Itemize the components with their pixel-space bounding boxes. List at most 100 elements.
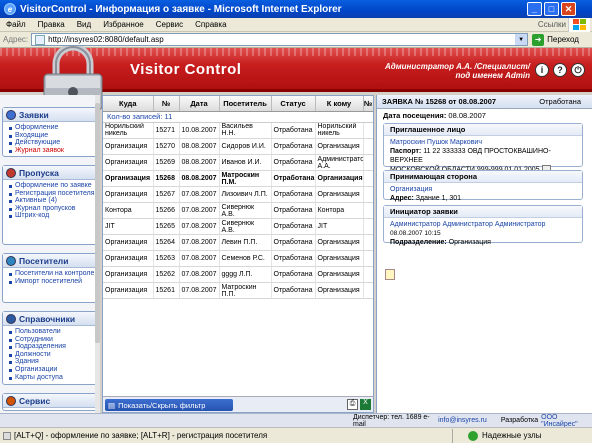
visit-date-label: Дата посещения: (383, 111, 447, 120)
power-icon[interactable]: ⏻ (571, 63, 585, 77)
table-cell: 08.08.2007 (179, 170, 220, 187)
guest-group: Приглашенное лицо Матроскин Пушок Марков… (383, 123, 583, 174)
table-row[interactable]: Организация 15268 08.08.2007 Матроскин П.М.… (103, 170, 373, 187)
section-passes: Пропуска Оформление по заявке Регистраци… (2, 165, 98, 245)
table-cell (363, 170, 373, 187)
links-button[interactable]: Ссылки (538, 20, 566, 29)
address-input[interactable]: http://insyres02:8080/default.asp ▼ (31, 33, 529, 46)
visitors-icon (6, 255, 16, 266)
col-header-host[interactable]: К кому (315, 96, 364, 112)
menu-favorites[interactable]: Избранное (97, 20, 150, 29)
windows-logo-icon (568, 18, 590, 32)
table-cell: 15271 (153, 122, 180, 139)
host-group-title: Принимающая сторона (384, 171, 582, 183)
sidebar-scroll-thumb[interactable] (95, 103, 100, 343)
info-icon[interactable]: i (535, 63, 549, 77)
host-organization[interactable]: Организация (390, 185, 576, 194)
table-row[interactable]: Организация 15270 08.08.2007 Сидоров И.И. От… (103, 138, 373, 155)
table-cell: Семенов Р.С. (219, 250, 272, 267)
table-row[interactable]: Организация 15264 07.08.2007 Левин П.П. Отра… (103, 234, 373, 251)
section-visitors-header[interactable]: Посетители (3, 254, 97, 268)
sidebar-item-request-log[interactable]: Журнал заявок (9, 147, 95, 155)
menu-file[interactable]: Файл (0, 20, 32, 29)
table-cell: Отработана (271, 170, 316, 187)
developer-link[interactable]: ООО "Инсайрес" (541, 414, 592, 428)
table-row[interactable]: Норильский никель 15271 10.08.2007 Васильев… (103, 122, 373, 139)
minimize-button[interactable]: _ (527, 2, 542, 16)
sidebar: Заявки Оформление Входящие Действующие Ж… (0, 95, 100, 413)
developer-label: Разработка (500, 417, 539, 424)
excel-export-icon[interactable]: X (360, 399, 371, 410)
table-cell: Организация (315, 266, 364, 283)
table-cell: Отработана (271, 186, 316, 203)
toggle-filter-button[interactable]: ▤ Показать/Скрыть фильтр (105, 399, 233, 411)
close-button[interactable]: ✕ (561, 2, 576, 16)
document-icon[interactable] (385, 269, 395, 280)
sidebar-item-buildings[interactable]: Здания (9, 358, 95, 366)
address-label: Адрес: (3, 35, 29, 44)
table-cell: Организация (103, 154, 154, 171)
col-header-number[interactable]: № (153, 96, 180, 112)
section-requests-header[interactable]: Заявки (3, 108, 97, 122)
security-zone: Надежные узлы (482, 431, 542, 440)
col-header-date[interactable]: Дата (179, 96, 220, 112)
sidebar-item-visitors-control[interactable]: Посетители на контроле (9, 270, 95, 278)
maximize-button[interactable]: □ (544, 2, 559, 16)
sidebar-item-visitor-registration[interactable]: Регистрация посетителя (9, 190, 95, 198)
help-icon[interactable]: ? (553, 63, 567, 77)
request-detail-panel: ЗАЯВКА № 15268 от 08.08.2007 Отработана … (376, 95, 592, 413)
table-cell: Организация (103, 250, 154, 267)
section-service-header[interactable]: Сервис (3, 394, 97, 408)
print-icon[interactable]: ⎙ (347, 399, 358, 410)
menu-edit[interactable]: Правка (32, 20, 71, 29)
sidebar-item-divisions[interactable]: Подразделения (9, 343, 95, 351)
col-header-number2[interactable]: № (363, 96, 373, 112)
detail-status: Отработана (539, 97, 581, 106)
table-cell: JIT (315, 218, 364, 235)
table-row[interactable]: Организация 15263 07.08.2007 Семенов Р.С. От… (103, 250, 373, 267)
sidebar-item-access-cards[interactable]: Карты доступа (9, 374, 95, 382)
col-header-visitor[interactable]: Посетитель (219, 96, 272, 112)
table-row[interactable]: Организация 15267 07.08.2007 Лизоивич Л.П. О… (103, 186, 373, 203)
sidebar-item-pass-by-request[interactable]: Оформление по заявке (9, 182, 95, 190)
sidebar-item-employees[interactable]: Сотрудники (9, 336, 95, 344)
sidebar-item-positions[interactable]: Должности (9, 351, 95, 359)
initiator-group-title: Инициатор заявки (384, 206, 582, 218)
chevron-down-icon[interactable]: ▼ (515, 34, 528, 45)
table-row[interactable]: Организация 15262 07.08.2007 gggg Л.П. Отраб… (103, 266, 373, 283)
table-row[interactable]: Организация 15269 08.08.2007 Иванов И.И. Отр… (103, 154, 373, 171)
initiator-name[interactable]: Администратор Администратор Администрато… (390, 220, 576, 229)
menu-view[interactable]: Вид (71, 20, 97, 29)
address-row: Адрес: Здание 1, 301 (390, 195, 462, 202)
table-cell: 08.08.2007 (179, 154, 220, 171)
table-row[interactable]: Организация 15261 07.08.2007 Матроскин П.П.… (103, 282, 373, 299)
table-row[interactable]: Контора 15266 07.08.2007 Сивернюк А.В. Отраб… (103, 202, 373, 219)
menu-help[interactable]: Справка (189, 20, 232, 29)
record-count: Кол-во записей: 11 (103, 112, 373, 123)
filter-icon: ▤ (108, 400, 116, 410)
table-cell: 07.08.2007 (179, 202, 220, 219)
dispatcher-email[interactable]: info@insyres.ru (438, 417, 487, 424)
table-cell: Отработана (271, 122, 316, 139)
sidebar-item-barcode[interactable]: Штрих-код (9, 212, 95, 220)
guest-name[interactable]: Матроскин Пушок Маркович (390, 138, 576, 147)
table-cell: Норильский никель (103, 122, 154, 139)
grid-header-row: Куда № Дата Посетитель Статус К кому № (103, 96, 373, 112)
go-button[interactable]: ➜ Переход (532, 33, 579, 46)
sidebar-item-import-visitors[interactable]: Импорт посетителей (9, 278, 95, 286)
section-passes-header[interactable]: Пропуска (3, 166, 97, 180)
sidebar-item-active[interactable]: Действующие (9, 139, 95, 147)
sidebar-item-pass-log[interactable]: Журнал пропусков (9, 205, 95, 213)
sidebar-item-registration[interactable]: Оформление (9, 124, 95, 132)
menu-tools[interactable]: Сервис (150, 20, 189, 29)
table-cell: JIT (103, 218, 154, 235)
table-row[interactable]: JIT 15265 07.08.2007 Сивернюк А.В. Отработан… (103, 218, 373, 235)
col-header-destination[interactable]: Куда (103, 96, 154, 112)
sidebar-item-users[interactable]: Пользователи (9, 328, 95, 336)
table-cell: 07.08.2007 (179, 218, 220, 235)
col-header-status[interactable]: Статус (271, 96, 316, 112)
section-directories-header[interactable]: Справочники (3, 312, 97, 326)
sidebar-item-organizations[interactable]: Организации (9, 366, 95, 374)
sidebar-scrollbar[interactable] (95, 95, 100, 413)
sidebar-item-active-passes[interactable]: Активные (4) (9, 197, 95, 205)
